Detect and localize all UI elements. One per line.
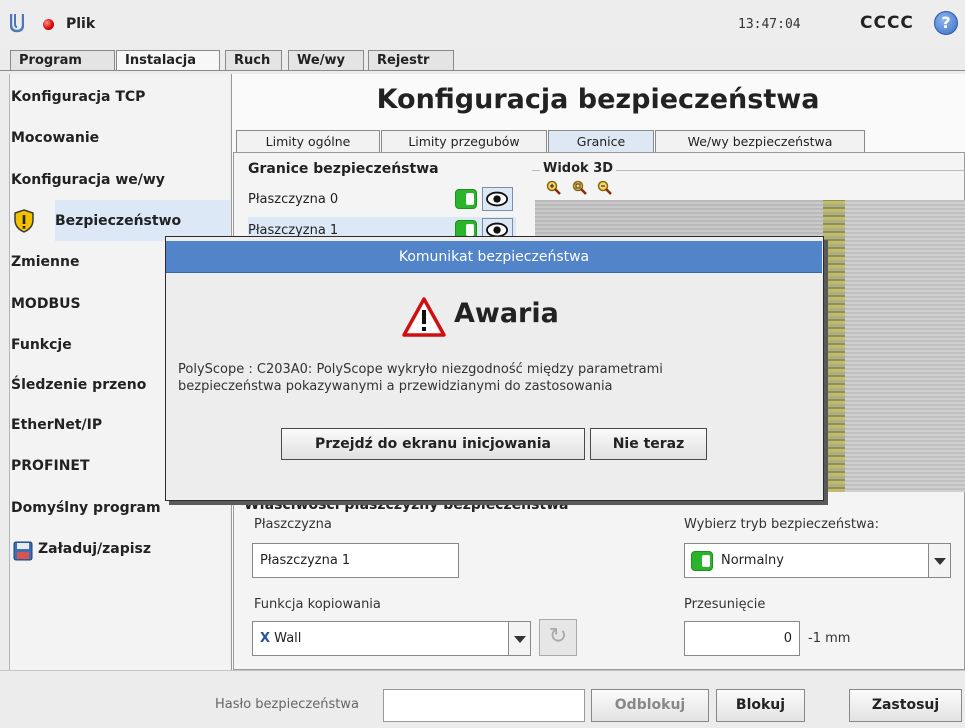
sidebar-item-profinet[interactable]: PROFINET [11,458,90,474]
help-icon[interactable]: ? [934,11,958,35]
floppy-disk-icon [13,541,33,561]
safety-plane-render [823,200,845,492]
ur-logo-icon [10,14,24,33]
not-now-button[interactable]: Nie teraz [590,428,707,460]
subtab-granice[interactable]: Granice [548,130,654,152]
password-input[interactable] [383,689,585,722]
plane-enable-toggle[interactable] [455,189,477,209]
dialog-title: Komunikat bezpieczeństwa [166,241,822,273]
sidebar-item-sledzenie-przenosnika[interactable]: Śledzenie przeno [11,377,146,393]
plane-name-input[interactable]: Płaszczyzna 1 [252,543,459,578]
tab-program[interactable]: Program [10,50,115,71]
lock-button[interactable]: Blokuj [716,689,805,722]
refresh-icon[interactable]: ↻ [539,619,577,656]
tab-rejestr[interactable]: Rejestr [368,50,454,71]
zoom-out-icon[interactable] [597,180,613,196]
chevron-down-icon[interactable] [508,622,530,655]
chevron-down-icon[interactable] [928,544,950,577]
sidebar-item-zmienne[interactable]: Zmienne [11,254,79,270]
apply-button[interactable]: Zastosuj [849,689,962,722]
dialog-heading: Awaria [454,298,559,329]
sidebar-item-zaladuj-zapisz[interactable]: Załaduj/zapisz [38,541,151,557]
sidebar-item-domyslny-program[interactable]: Domyślny program [11,500,161,516]
sidebar-item-konfiguracja-tcp[interactable]: Konfiguracja TCP [11,89,145,105]
zoom-in-icon[interactable] [546,180,562,196]
safety-mode-select[interactable]: Normalny [684,543,951,578]
plane-row[interactable]: Płaszczyzna 0 [248,186,516,212]
tab-instalacja[interactable]: Instalacja [116,50,220,71]
password-label: Hasło bezpieczeństwa [215,697,359,712]
robot-name: CCCC [860,13,914,33]
sidebar-item-funkcje[interactable]: Funkcje [11,337,72,353]
subtab-limity-przegubow[interactable]: Limity przegubów [381,130,547,152]
shield-warning-icon [14,209,34,233]
copy-function-value: Wall [274,631,302,646]
sidebar-item-modbus[interactable]: MODBUS [11,296,81,312]
bounds-title: Granice bezpieczeństwa [248,161,439,177]
tab-ruch[interactable]: Ruch [225,50,282,71]
file-menu[interactable]: Plik [66,16,95,32]
tab-divider [0,70,965,71]
tab-we-wy[interactable]: We/wy [288,50,364,71]
copy-function-label: Funkcja kopiowania [254,597,381,612]
copy-function-select[interactable]: X Wall [252,621,531,656]
sidebar-item-konfiguracja-we-wy[interactable]: Konfiguracja we/wy [11,172,165,188]
top-bar [0,0,965,48]
offset-input[interactable]: 0 [684,621,800,656]
unlock-button[interactable]: Odblokuj [591,689,709,722]
sidebar-item-mocowanie[interactable]: Mocowanie [11,130,99,146]
safety-mode-label: Wybierz tryb bezpieczeństwa: [684,517,879,532]
warning-icon [402,297,446,337]
page-title: Konfiguracja bezpieczeństwa [376,84,820,115]
sidebar-item-bezpieczenstwo[interactable]: Bezpieczeństwo [55,213,181,229]
offset-unit: -1 mm [808,631,851,646]
go-to-initialization-button[interactable]: Przejdź do ekranu inicjowania [281,428,585,460]
dialog-message-line-1: PolyScope : C203A0: PolyScope wykryło ni… [178,362,663,377]
status-dot-icon [43,19,54,30]
offset-label: Przesunięcie [684,597,766,612]
plane-label: Płaszczyzna 0 [248,192,339,207]
plane-name-label: Płaszczyzna [254,517,332,532]
subtab-limity-ogolne[interactable]: Limity ogólne [236,130,380,152]
dialog-message-line-2: bezpieczeństwa pokazywanymi a przewidzia… [178,379,613,394]
normal-mode-toggle-icon [691,551,713,571]
view3d-background [845,200,965,492]
x-icon: X [260,631,271,646]
safety-mode-value: Normalny [721,553,784,568]
zoom-reset-icon[interactable] [572,180,588,196]
eye-icon[interactable] [482,187,513,211]
sidebar-item-ethernet-ip[interactable]: EtherNet/IP [11,417,102,433]
clock: 13:47:04 [738,17,801,32]
view3d-title: Widok 3D [540,161,617,176]
subtab-we-wy-bezpieczenstwa[interactable]: We/wy bezpieczeństwa [655,130,865,152]
